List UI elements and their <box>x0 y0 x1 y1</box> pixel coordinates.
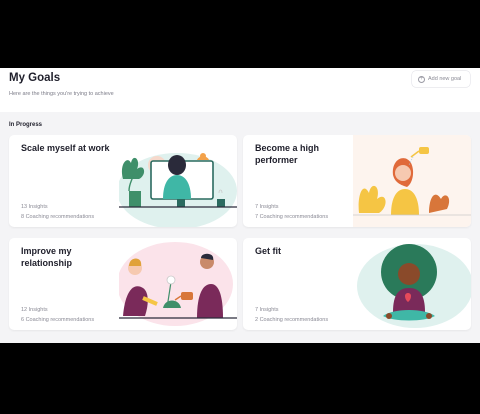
page-subtitle: Here are the things you're trying to ach… <box>9 91 114 97</box>
goal-insights-count: 7 Insights <box>255 204 279 210</box>
goal-coaching-count: 6 Coaching recommendations <box>21 317 95 323</box>
add-goal-button[interactable]: + Add new goal <box>412 71 470 87</box>
person-at-computer-illustration <box>119 153 237 227</box>
goal-insights-count: 7 Insights <box>255 307 279 313</box>
person-meditating-illustration <box>357 244 471 328</box>
page-header: My Goals Here are the things you're tryi… <box>0 68 480 112</box>
goal-card[interactable]: Become a high performer 7 Insights 7 Coa… <box>243 135 471 227</box>
woman-watering-head-illustration <box>353 135 471 227</box>
goal-coaching-count: 2 Coaching recommendations <box>255 317 329 323</box>
goal-card[interactable]: Get fit 7 Insights 2 Coaching recommenda… <box>243 238 471 330</box>
goal-card[interactable]: Scale myself at work 13 Insights 8 Coach… <box>9 135 237 227</box>
goal-title: Become a high performer <box>255 143 320 165</box>
section-label-in-progress: In Progress <box>9 122 43 128</box>
goal-coaching-count: 7 Coaching recommendations <box>255 214 329 220</box>
plus-icon: + <box>418 75 425 83</box>
goal-card[interactable]: Improve my relationship 12 Insights 6 Co… <box>9 238 237 330</box>
goal-title: Get fit <box>255 246 281 256</box>
goal-title: Improve my relationship <box>21 246 73 268</box>
add-goal-label: Add new goal <box>428 76 462 82</box>
goal-insights-count: 13 Insights <box>21 204 48 210</box>
goal-insights-count: 12 Insights <box>21 307 48 313</box>
goal-coaching-count: 8 Coaching recommendations <box>21 214 95 220</box>
page-title: My Goals <box>9 72 61 84</box>
goals-page: My Goals Here are the things you're tryi… <box>0 68 480 343</box>
goal-title: Scale myself at work <box>21 143 110 153</box>
couple-gardening-illustration <box>119 242 237 326</box>
